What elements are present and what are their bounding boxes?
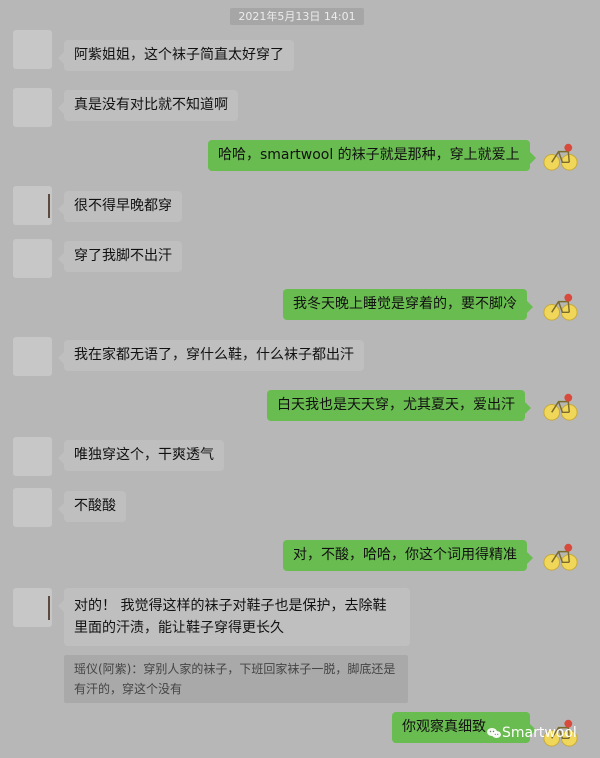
contact-avatar[interactable] <box>13 488 52 527</box>
contact-avatar[interactable] <box>13 437 52 476</box>
bicycle-icon[interactable] <box>541 536 580 575</box>
message-bubble-outgoing[interactable]: 对，不酸，哈哈，你这个词用得精准 <box>283 540 533 571</box>
message-bubble-incoming[interactable]: 我在家都无语了，穿什么鞋，什么袜子都出汗 <box>58 340 364 371</box>
bicycle-icon[interactable] <box>541 286 580 325</box>
bicycle-icon[interactable] <box>541 386 580 425</box>
contact-avatar[interactable] <box>13 337 52 376</box>
message-bubble-incoming[interactable]: 对的！ 我觉得这样的袜子对鞋子也是保护，去除鞋里面的汗渍，能让鞋子穿得更长久 <box>58 588 410 646</box>
message-bubble-outgoing[interactable]: 白天我也是天天穿，尤其夏天，爱出汗 <box>267 390 531 421</box>
contact-avatar[interactable] <box>13 30 52 69</box>
timestamp: 2021年5月13日 14:01 <box>230 8 364 25</box>
contact-avatar[interactable] <box>13 239 52 278</box>
message-bubble-incoming[interactable]: 很不得早晚都穿 <box>58 191 182 222</box>
message-bubble-incoming[interactable]: 真是没有对比就不知道啊 <box>58 90 238 121</box>
message-bubble-outgoing[interactable]: 我冬天晚上睡觉是穿着的，要不脚冷 <box>283 289 533 320</box>
quoted-message[interactable]: 瑶仪(阿紫)：穿别人家的袜子，下班回家袜子一脱，脚底还是有汗的，穿这个没有 <box>64 655 408 703</box>
wechat-icon <box>487 728 501 738</box>
message-bubble-incoming[interactable]: 阿紫姐姐，这个袜子简直太好穿了 <box>58 40 294 71</box>
contact-avatar[interactable] <box>13 588 52 627</box>
watermark-text: Smartwool <box>502 725 577 741</box>
contact-avatar[interactable] <box>13 88 52 127</box>
bicycle-icon[interactable] <box>541 136 580 175</box>
message-bubble-incoming[interactable]: 不酸酸 <box>58 491 126 522</box>
contact-avatar[interactable] <box>13 186 52 225</box>
message-bubble-incoming[interactable]: 穿了我脚不出汗 <box>58 241 182 272</box>
message-bubble-incoming[interactable]: 唯独穿这个，干爽透气 <box>58 440 224 471</box>
message-bubble-outgoing[interactable]: 哈哈，smartwool 的袜子就是那种，穿上就爱上 <box>208 140 536 171</box>
